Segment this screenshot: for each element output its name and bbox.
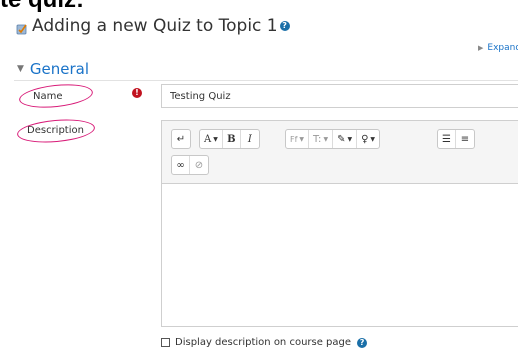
dropdown-caret-icon: ▼	[370, 135, 376, 143]
cropped-heading-text: te quiz:	[0, 0, 84, 14]
help-icon[interactable]: ?	[279, 21, 290, 31]
toolbar-group-lists: ☰ ≡	[437, 129, 475, 149]
bullet-list-button[interactable]: ☰	[438, 130, 456, 148]
numbered-list-button[interactable]: ≡	[456, 130, 474, 148]
page-title: Adding a new Quiz to Topic 1	[32, 16, 278, 36]
toolbar-group-style: A ▼ B I	[199, 129, 260, 149]
page-header: Adding a new Quiz to Topic 1 ?	[16, 16, 290, 36]
section-title: General	[29, 60, 90, 78]
font-color-button[interactable]: A ▼	[200, 130, 223, 148]
highlight-button[interactable]: ✎ ▼	[333, 130, 358, 148]
ordered-list-icon: ≡	[460, 133, 470, 145]
bold-button[interactable]: B	[223, 130, 241, 148]
annotation-circle-description	[16, 116, 96, 146]
unlink-icon: ⊘	[194, 159, 204, 171]
text-color-icon: A	[204, 133, 212, 145]
lightbulb-icon: ♀	[361, 133, 369, 145]
section-general-header[interactable]: ▼ General	[17, 60, 89, 78]
description-editor[interactable]: ↵ A ▼ B I Ff ▼ T: ▼ ✎ ▼ ♀ ▼ ☰ ≡ ∞ ⊘	[161, 120, 518, 327]
font-family-icon: Ff	[290, 134, 298, 144]
dropdown-caret-icon: ▼	[213, 135, 218, 143]
dropdown-caret-icon: ▼	[323, 135, 329, 143]
link-icon: ∞	[176, 159, 185, 171]
link-button[interactable]: ∞	[172, 156, 190, 174]
insert-button[interactable]: ♀ ▼	[357, 130, 379, 148]
annotation-circle-name	[18, 81, 94, 111]
collapse-icon: ↵	[176, 133, 186, 145]
toolbar-group-font: Ff ▼ T: ▼ ✎ ▼ ♀ ▼	[285, 129, 381, 149]
unordered-list-icon: ☰	[442, 133, 451, 145]
font-size-button[interactable]: T: ▼	[309, 130, 334, 148]
expand-all-link[interactable]: ▶Expand c	[478, 43, 518, 53]
brush-icon: ✎	[337, 133, 346, 145]
italic-icon: I	[247, 133, 252, 145]
display-description-option[interactable]: Display description on course page ?	[161, 337, 368, 348]
quiz-icon	[16, 20, 28, 35]
bold-icon: B	[227, 133, 236, 145]
chevron-down-icon: ▼	[17, 64, 24, 74]
toggle-toolbar-button[interactable]: ↵	[172, 130, 190, 148]
toolbar-group-collapse: ↵	[171, 129, 191, 149]
help-icon[interactable]: ?	[357, 337, 368, 348]
expand-all-label: Expand c	[487, 43, 518, 53]
name-field[interactable]	[161, 84, 518, 108]
font-size-icon: T:	[313, 133, 322, 145]
unlink-button[interactable]: ⊘	[190, 156, 208, 174]
italic-button[interactable]: I	[241, 130, 259, 148]
display-description-label: Display description on course page	[175, 337, 352, 348]
required-icon: !	[132, 88, 142, 98]
font-family-button[interactable]: Ff ▼	[286, 130, 310, 148]
section-divider	[14, 80, 518, 81]
dropdown-caret-icon: ▼	[347, 135, 353, 143]
editor-toolbar: ↵ A ▼ B I Ff ▼ T: ▼ ✎ ▼ ♀ ▼ ☰ ≡ ∞ ⊘	[162, 121, 518, 184]
editor-content-area[interactable]	[162, 184, 518, 326]
toolbar-group-links: ∞ ⊘	[171, 155, 209, 175]
dropdown-caret-icon: ▼	[299, 135, 305, 143]
caret-right-icon: ▶	[478, 44, 484, 52]
